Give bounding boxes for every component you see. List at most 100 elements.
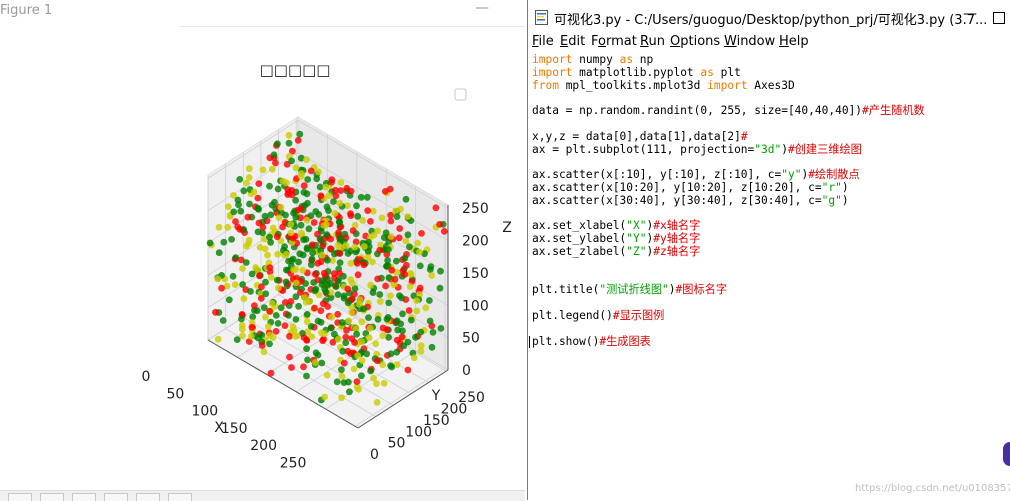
- scatter-point: [386, 185, 394, 193]
- scatter-point: [401, 254, 409, 262]
- scatter-point: [322, 183, 330, 191]
- legend-box: [454, 88, 467, 101]
- scatter-point: [285, 311, 292, 319]
- scatter-point: [224, 223, 232, 231]
- scatter-point: [412, 333, 419, 341]
- scatter-point: [344, 285, 352, 293]
- scatter-point: [372, 340, 380, 348]
- scatter-point: [318, 251, 326, 259]
- editor-maximize-button[interactable]: [993, 12, 1005, 24]
- scatter-point: [300, 182, 308, 190]
- scatter-point: [331, 210, 339, 217]
- scatter-point: [266, 233, 273, 241]
- code-text: plt.title(: [532, 283, 600, 297]
- scatter-point: [245, 236, 253, 244]
- scatter-point: [286, 353, 293, 361]
- scatter-point: [388, 266, 396, 274]
- scatter-point: [290, 209, 297, 217]
- z-tick-label: 50: [462, 331, 480, 347]
- editor-minimize-button[interactable]: —: [963, 6, 977, 22]
- y-axis-label: Y: [431, 388, 441, 404]
- scatter-point: [290, 326, 298, 334]
- scatter-point: [436, 221, 443, 228]
- z-axis-label: Z: [502, 220, 512, 236]
- scatter-point: [385, 299, 393, 307]
- scatter-point: [395, 234, 403, 242]
- scatter-point: [401, 271, 409, 278]
- scatter-point: [342, 333, 350, 341]
- scatter-point: [243, 179, 250, 187]
- scatter-point: [320, 330, 328, 338]
- code-comment: #显示图例: [612, 308, 665, 322]
- scatter-point: [285, 139, 293, 147]
- scatter-point: [274, 250, 282, 258]
- z-tick-label: 250: [462, 201, 489, 217]
- code-text: matplotlib.pyplot: [572, 65, 701, 79]
- scatter-point: [406, 283, 414, 290]
- menu-file[interactable]: File: [532, 34, 554, 49]
- menu-format[interactable]: Format: [591, 34, 637, 49]
- scatter-point: [266, 331, 273, 339]
- code-string: "r": [821, 180, 842, 194]
- scatter-point: [277, 203, 285, 211]
- scatter-point: [218, 284, 226, 292]
- code-text: ax.scatter(x[10:20], y[10:20], z[10:20],…: [532, 180, 822, 194]
- scatter-point: [215, 223, 223, 231]
- scatter-point: [287, 298, 295, 305]
- scatter-point: [295, 302, 302, 310]
- scatter-point: [330, 198, 337, 205]
- code-editor[interactable]: import numpy as np import matplotlib.pypl…: [532, 53, 925, 348]
- scatter-point: [275, 214, 283, 222]
- menu-edit[interactable]: Edit: [560, 34, 585, 49]
- scatter-point: [436, 284, 444, 292]
- code-keyword: import: [532, 65, 573, 79]
- scatter-point: [270, 151, 278, 159]
- scatter-point: [336, 199, 344, 207]
- scatter-point: [324, 256, 331, 264]
- scatter-point: [317, 307, 325, 315]
- scatter-point: [394, 326, 402, 334]
- scatter-point: [214, 335, 222, 343]
- scatter-point: [383, 326, 391, 334]
- floating-assistant-button[interactable]: [1003, 442, 1010, 466]
- code-comment: #y轴名字: [653, 232, 701, 246]
- scatter-point: [437, 325, 445, 332]
- menu-window[interactable]: Window: [724, 34, 775, 49]
- scatter-point: [366, 324, 374, 332]
- scatter-point: [255, 180, 263, 188]
- scatter-point: [382, 282, 389, 290]
- scatter-point: [336, 270, 343, 277]
- scatter-point: [246, 200, 253, 208]
- menu-help[interactable]: Help: [779, 34, 809, 49]
- menu-run[interactable]: Run: [640, 34, 665, 49]
- scatter-point: [267, 211, 275, 219]
- scatter-point: [334, 291, 342, 298]
- scatter-point: [311, 270, 319, 278]
- menu-options[interactable]: Options: [670, 34, 720, 49]
- scatter-point: [323, 231, 331, 239]
- scatter-point: [379, 361, 387, 369]
- code-string: "y": [781, 168, 802, 182]
- scatter-point: [238, 315, 245, 323]
- scatter-point: [342, 242, 350, 249]
- scatter-point: [312, 359, 319, 366]
- editor-titlebar: 可视化3.py - C:/Users/guoguo/Desktop/python…: [528, 4, 1010, 30]
- scatter-point: [400, 342, 408, 350]
- scatter-point: [374, 316, 382, 323]
- scatter-point: [239, 265, 247, 272]
- scatter-point: [320, 269, 328, 277]
- scatter-point: [437, 267, 444, 275]
- scatter-point: [268, 201, 276, 209]
- scatter-point: [247, 288, 254, 295]
- scatter-point: [229, 272, 237, 280]
- x-tick-label: 50: [166, 386, 184, 402]
- scatter-point: [413, 307, 421, 315]
- scatter-point: [403, 261, 410, 269]
- code-text: x,y,z = data[0],data[1],data[2]: [532, 129, 741, 143]
- scatter-point: [316, 235, 324, 243]
- scatter-point: [357, 193, 365, 201]
- scatter-point: [308, 241, 316, 249]
- scatter-point: [262, 313, 269, 321]
- scatter-point: [264, 251, 271, 259]
- code-text: np: [633, 53, 654, 66]
